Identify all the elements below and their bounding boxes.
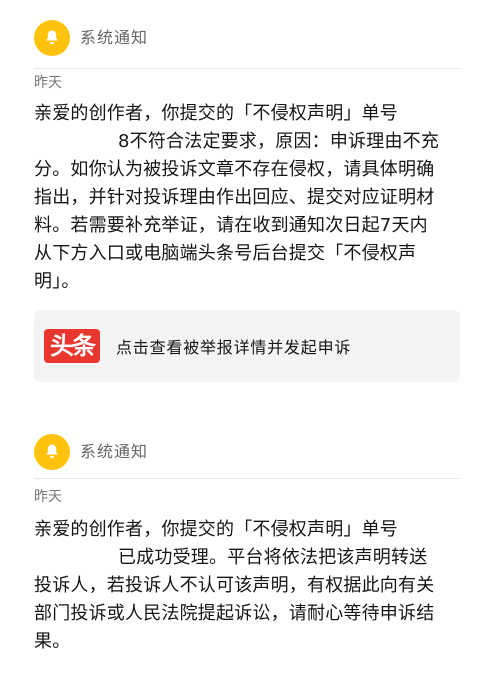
bell-icon (34, 20, 70, 56)
view-report-details-button[interactable]: 头条 点击查看被举报详情并发起申诉 (34, 310, 460, 382)
header-divider (34, 478, 460, 479)
message-line: 投诉人，若投诉人不认可该声明，有权据此向有关 (34, 575, 435, 596)
system-notification-card: 系统通知 昨天 亲爱的创作者，你提交的「不侵权声明」单号 已成功受理。平台将依法… (0, 420, 500, 677)
message-line: 已成功受理。平台将依法把该声明转送 (34, 544, 466, 572)
notification-date: 昨天 (34, 75, 62, 91)
message-line-text: 8不符合法定要求，原因：申诉理由不充 (118, 131, 440, 152)
view-report-details-label: 点击查看被举报详情并发起申诉 (116, 338, 352, 357)
message-line: 亲爱的创作者，你提交的「不侵权声明」单号 (34, 519, 398, 540)
message-line: 部门投诉或人民法院提起诉讼，请耐心等待申诉结 (34, 603, 435, 624)
bell-icon (34, 434, 70, 470)
message-line: 亲爱的创作者，你提交的「不侵权声明」单号 (34, 103, 398, 124)
message-line-text: 已成功受理。平台将依法把该声明转送 (118, 547, 428, 568)
message-line: 8不符合法定要求，原因：申诉理由不充 (34, 128, 466, 156)
toutiao-logo: 头条 (44, 329, 100, 363)
redacted-ticket-number (34, 547, 116, 567)
message-line: 从下方入口或电脑端头条号后台提交「不侵权声 (34, 243, 417, 264)
system-notification-card: 系统通知 昨天 亲爱的创作者，你提交的「不侵权声明」单号 8不符合法定要求，原因… (0, 0, 500, 392)
message-line: 果。 (34, 631, 71, 652)
notification-title: 系统通知 (80, 442, 149, 461)
header-divider (34, 68, 460, 69)
notification-message: 亲爱的创作者，你提交的「不侵权声明」单号 8不符合法定要求，原因：申诉理由不充 … (34, 100, 466, 296)
message-line: 料。若需要补充举证，请在收到通知次日起7天内 (34, 215, 428, 236)
notification-message: 亲爱的创作者，你提交的「不侵权声明」单号 已成功受理。平台将依法把该声明转送 投… (34, 516, 466, 656)
notification-title: 系统通知 (80, 28, 149, 47)
message-line: 指出，并针对投诉理由作出回应、提交对应证明材 (34, 187, 435, 208)
message-line: 明」。 (34, 271, 80, 292)
message-line: 分。如你认为被投诉文章不存在侵权，请具体明确 (34, 159, 435, 180)
notification-header: 系统通知 (34, 434, 148, 470)
redacted-ticket-number (34, 131, 116, 151)
notification-date: 昨天 (34, 489, 62, 505)
notification-header: 系统通知 (34, 20, 148, 56)
